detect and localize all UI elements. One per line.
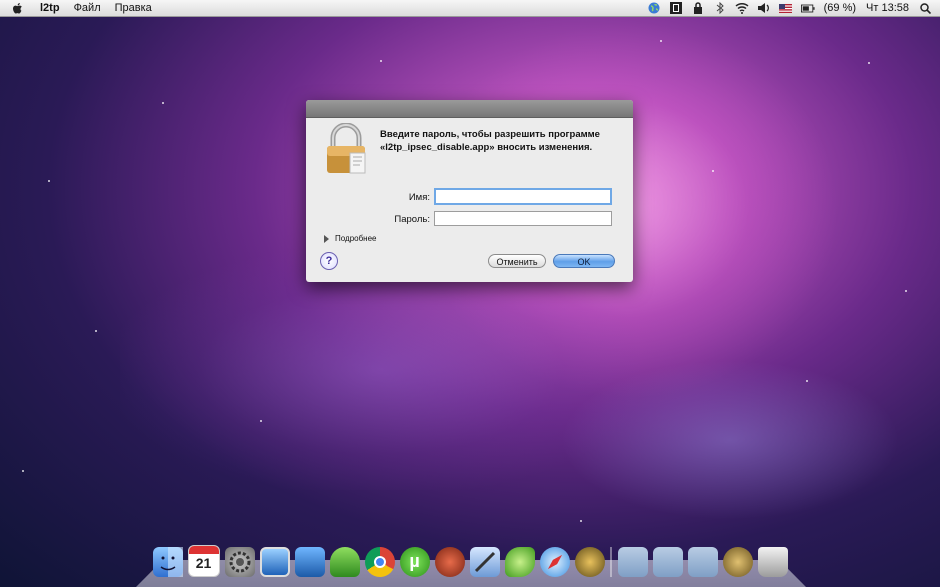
details-label: Подробнее [335, 234, 377, 243]
lock-icon[interactable] [691, 1, 705, 15]
password-field[interactable] [434, 211, 612, 226]
star [660, 40, 662, 42]
password-label: Пароль: [394, 214, 430, 225]
clock[interactable]: Чт 13:58 [861, 0, 914, 16]
star [580, 520, 582, 522]
trash-icon[interactable] [757, 547, 788, 577]
star [868, 62, 870, 64]
star [48, 180, 50, 182]
apple-icon[interactable] [12, 2, 23, 15]
wifi-icon[interactable] [735, 1, 749, 15]
nebula-glow [560, 360, 900, 520]
star [95, 330, 97, 332]
menu-edit[interactable]: Правка [108, 0, 159, 16]
applications-folder-icon[interactable] [617, 547, 648, 577]
xcode-icon[interactable] [469, 547, 500, 577]
calendar-icon[interactable]: 21 [187, 545, 220, 577]
star [806, 380, 808, 382]
finder-icon[interactable] [152, 547, 183, 577]
name-label: Имя: [408, 192, 430, 203]
adium-icon[interactable] [329, 547, 360, 577]
padlock-icon [327, 123, 366, 174]
compass-icon[interactable] [574, 547, 605, 577]
globe-icon[interactable] [647, 1, 661, 15]
dialog-titlebar[interactable] [306, 100, 633, 118]
auth-dialog: Введите пароль, чтобы разрешить программ… [306, 100, 633, 282]
menu-file[interactable]: Файл [67, 0, 108, 16]
star [380, 60, 382, 62]
menu-app-name[interactable]: l2tp [33, 0, 67, 16]
star [162, 102, 164, 104]
safari-icon[interactable] [539, 547, 570, 577]
name-field[interactable] [434, 188, 612, 205]
system-preferences-icon[interactable] [224, 547, 255, 577]
dialog-message: Введите пароль, чтобы разрешить программ… [380, 129, 600, 153]
utorrent-icon[interactable]: µ [399, 547, 430, 577]
documents-folder-icon[interactable] [652, 547, 683, 577]
menu-bar: l2tp Файл Правка (69 %) Чт 13:58 [0, 0, 940, 17]
vpn-icon[interactable] [669, 1, 683, 15]
flag-us-icon[interactable] [779, 1, 793, 15]
star [905, 290, 907, 292]
leaf-icon[interactable] [504, 547, 535, 577]
battery-percent: (69 %) [823, 2, 857, 14]
time-machine-icon[interactable] [722, 547, 753, 577]
calendar-day: 21 [195, 555, 212, 571]
bluetooth-icon[interactable] [713, 1, 727, 15]
ok-button[interactable]: OK [553, 254, 615, 268]
details-disclosure[interactable]: Подробнее [324, 234, 377, 243]
star [22, 470, 24, 472]
battery-icon[interactable] [800, 1, 815, 15]
downloads-folder-icon[interactable] [687, 547, 718, 577]
preview-icon[interactable] [259, 547, 290, 577]
disclosure-triangle-icon[interactable] [324, 234, 329, 243]
dock: 21 µ [150, 541, 790, 577]
dock-separator [610, 547, 612, 577]
star [260, 420, 262, 422]
search-icon[interactable] [918, 1, 932, 15]
help-button[interactable]: ? [320, 252, 338, 270]
volume-icon[interactable] [757, 1, 771, 15]
cancel-button[interactable]: Отменить [488, 254, 546, 268]
automator-icon[interactable] [294, 547, 325, 577]
star [712, 170, 714, 172]
chrome-icon[interactable] [364, 547, 395, 577]
caramba-icon[interactable] [434, 547, 465, 577]
